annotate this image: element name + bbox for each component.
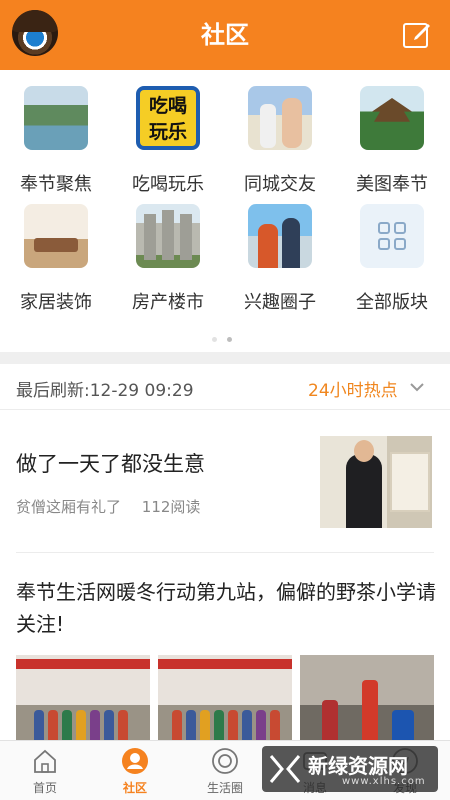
page-dot xyxy=(212,337,217,342)
category-label: 房产楼市 xyxy=(132,292,204,313)
category-label: 家居装饰 xyxy=(20,292,92,313)
pavilion-photo-icon xyxy=(360,86,424,150)
grid-squares-icon xyxy=(360,204,424,268)
focus-photo-icon xyxy=(24,86,88,150)
page-title: 社区 xyxy=(201,21,249,49)
post-reads: 112阅读 xyxy=(141,498,201,516)
post-image[interactable] xyxy=(16,655,150,740)
watermark-logo-icon xyxy=(269,755,301,783)
nav-label: 生活圈 xyxy=(206,781,243,795)
buildings-photo-icon xyxy=(136,204,200,268)
friends-photo-icon xyxy=(248,86,312,150)
post-image[interactable] xyxy=(300,655,434,740)
category-label: 兴趣圈子 xyxy=(244,292,316,313)
category-label: 同城交友 xyxy=(244,174,316,195)
watermark-subtitle: www.xlhs.com xyxy=(342,776,426,787)
feed-header: 最后刷新:12-29 09:29 24小时热点 xyxy=(0,364,450,410)
app-header: 社区 xyxy=(0,0,450,70)
category-all[interactable]: 全部版块 xyxy=(336,204,448,314)
post-image-row xyxy=(16,655,434,740)
post-title[interactable]: 奉节生活网暖冬行动第九站，偏僻的野茶小学请关注! xyxy=(16,576,436,640)
nav-home[interactable]: 首页 xyxy=(0,741,90,800)
category-label: 吃喝玩乐 xyxy=(132,174,204,195)
category-food-fun[interactable]: 吃喝 玩乐 吃喝玩乐 xyxy=(112,86,224,196)
page-dot xyxy=(227,337,232,342)
nav-community[interactable]: 社区 xyxy=(90,741,180,800)
post-title[interactable]: 做了一天了都没生意 xyxy=(16,448,205,478)
edit-icon[interactable] xyxy=(402,20,432,50)
watermark-title: 新绿资源网 xyxy=(308,754,408,778)
post-meta: 贫僧这厢有礼了 112阅读 xyxy=(16,496,216,517)
home-icon xyxy=(34,749,56,773)
post-thumbnail[interactable] xyxy=(320,436,432,528)
life-circle-icon xyxy=(212,748,238,774)
home-decor-photo-icon xyxy=(24,204,88,268)
section-separator xyxy=(0,352,450,364)
category-home-decor[interactable]: 家居装饰 xyxy=(0,204,112,314)
community-icon xyxy=(122,748,148,774)
feed-post[interactable]: 做了一天了都没生意 贫僧这厢有礼了 112阅读 xyxy=(0,410,450,550)
post-author: 贫僧这厢有礼了 xyxy=(16,498,122,516)
category-label: 美图奉节 xyxy=(356,174,428,195)
hobby-photo-icon xyxy=(248,204,312,268)
category-beauty[interactable]: 美图奉节 xyxy=(336,86,448,196)
nav-label: 社区 xyxy=(122,781,147,795)
sort-dropdown[interactable]: 24小时热点 xyxy=(308,376,398,401)
category-label: 全部版块 xyxy=(356,292,428,313)
nav-life-circle[interactable]: 生活圈 xyxy=(180,741,270,800)
chevron-down-icon[interactable] xyxy=(408,378,426,396)
page-indicator xyxy=(212,327,242,346)
post-divider xyxy=(16,552,434,553)
food-fun-badge-icon: 吃喝 玩乐 xyxy=(136,86,200,150)
category-friends[interactable]: 同城交友 xyxy=(224,86,336,196)
watermark-overlay: 新绿资源网 www.xlhs.com xyxy=(262,746,438,792)
category-hobby[interactable]: 兴趣圈子 xyxy=(224,204,336,314)
category-focus[interactable]: 奉节聚焦 xyxy=(0,86,112,196)
category-real-estate[interactable]: 房产楼市 xyxy=(112,204,224,314)
category-label: 奉节聚焦 xyxy=(20,174,92,195)
post-image[interactable] xyxy=(158,655,292,740)
nav-label: 首页 xyxy=(32,781,57,795)
last-refresh-text: 最后刷新:12-29 09:29 xyxy=(16,381,194,401)
